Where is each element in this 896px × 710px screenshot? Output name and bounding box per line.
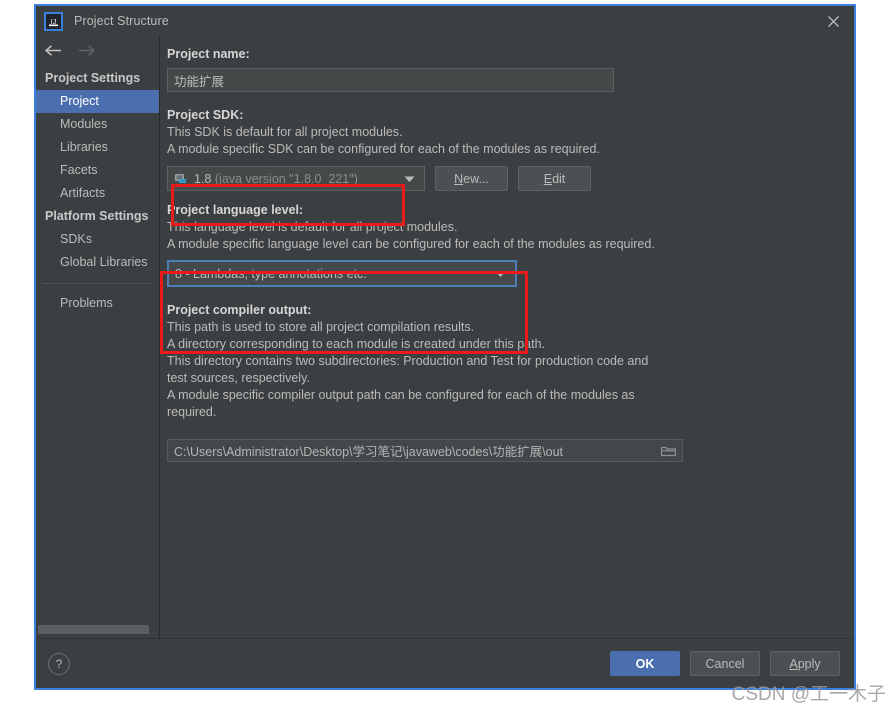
close-icon[interactable] bbox=[812, 6, 854, 36]
project-name-input[interactable]: 功能扩展 bbox=[167, 68, 614, 92]
sidebar-divider bbox=[42, 283, 153, 284]
chevron-down-icon[interactable] bbox=[495, 270, 506, 278]
screenshot-root: IJ Project Structure Project Settings Pr… bbox=[0, 0, 896, 710]
dialog-title: Project Structure bbox=[74, 14, 169, 28]
compiler-output-desc-2: A directory corresponding to each module… bbox=[167, 337, 545, 351]
language-level-combobox[interactable]: 8 - Lambdas, type annotations etc. bbox=[167, 260, 517, 287]
cancel-button[interactable]: Cancel bbox=[690, 651, 760, 676]
new-sdk-button-label: New... bbox=[454, 171, 489, 186]
help-button-label: ? bbox=[55, 656, 63, 671]
ok-button-label: OK bbox=[635, 656, 655, 671]
language-level-value: 8 - Lambdas, type annotations etc. bbox=[175, 266, 367, 281]
sidebar-item-problems[interactable]: Problems bbox=[36, 292, 159, 315]
project-sdk-row: 1.8 (java version "1.8.0_221") New... Ed… bbox=[167, 166, 840, 191]
project-sdk-combobox[interactable]: 1.8 (java version "1.8.0_221") bbox=[167, 166, 425, 191]
sidebar-horizontal-scrollbar[interactable] bbox=[36, 625, 159, 634]
project-sdk-value: 1.8 (java version "1.8.0_221") bbox=[194, 172, 404, 186]
chevron-down-icon[interactable] bbox=[404, 175, 415, 183]
compiler-output-desc-5: A module specific compiler output path c… bbox=[167, 388, 635, 402]
sidebar-item-project[interactable]: Project bbox=[36, 90, 159, 113]
scrollbar-thumb[interactable] bbox=[38, 625, 149, 634]
language-level-desc-2: A module specific language level can be … bbox=[167, 237, 655, 251]
sidebar-item-facets[interactable]: Facets bbox=[36, 159, 159, 182]
compiler-output-desc-6: required. bbox=[167, 405, 217, 419]
project-sdk-label: Project SDK: bbox=[167, 108, 244, 122]
compiler-output-label: Project compiler output: bbox=[167, 303, 312, 317]
compiler-output-desc-4: test sources, respectively. bbox=[167, 371, 310, 385]
project-sdk-detail: (java version "1.8.0_221") bbox=[214, 171, 358, 186]
sidebar-group-project-settings: Project Settings bbox=[45, 71, 141, 85]
compiler-output-path-value: C:\Users\Administrator\Desktop\学习笔记\java… bbox=[174, 445, 564, 459]
sidebar-item-libraries[interactable]: Libraries bbox=[36, 136, 159, 159]
sidebar-item-list: Project Settings Project Modules Librari… bbox=[36, 64, 159, 638]
csdn-watermark: CSDN @工一木子 bbox=[731, 684, 886, 705]
apply-button-label: Apply bbox=[789, 656, 821, 671]
sidebar-navigation bbox=[36, 36, 159, 64]
project-name-label: Project name: bbox=[167, 47, 250, 61]
compiler-output-path-input[interactable]: C:\Users\Administrator\Desktop\学习笔记\java… bbox=[167, 439, 683, 462]
project-sdk-desc-1: This SDK is default for all project modu… bbox=[167, 125, 403, 139]
intellij-idea-icon: IJ bbox=[44, 11, 63, 31]
help-icon[interactable]: ? bbox=[48, 652, 70, 675]
language-level-label: Project language level: bbox=[167, 203, 304, 217]
folder-icon[interactable] bbox=[661, 445, 676, 457]
dialog-titlebar: IJ Project Structure bbox=[36, 6, 854, 36]
settings-sidebar: Project Settings Project Modules Librari… bbox=[36, 36, 160, 638]
sidebar-group-platform-settings: Platform Settings bbox=[45, 209, 149, 223]
project-name-value: 功能扩展 bbox=[174, 74, 225, 89]
ok-button[interactable]: OK bbox=[610, 651, 680, 676]
sidebar-item-artifacts[interactable]: Artifacts bbox=[36, 182, 159, 205]
sidebar-item-modules[interactable]: Modules bbox=[36, 113, 159, 136]
dialog-body: Project Settings Project Modules Librari… bbox=[36, 36, 854, 638]
arrow-right-icon[interactable] bbox=[77, 44, 96, 57]
sidebar-item-sdks[interactable]: SDKs bbox=[36, 228, 159, 251]
project-sdk-version: 1.8 bbox=[194, 171, 212, 186]
language-level-desc-1: This language level is default for all p… bbox=[167, 220, 458, 234]
project-structure-dialog: IJ Project Structure Project Settings Pr… bbox=[34, 4, 856, 690]
project-sdk-desc-2: A module specific SDK can be configured … bbox=[167, 142, 600, 156]
compiler-output-desc-1: This path is used to store all project c… bbox=[167, 320, 475, 334]
new-sdk-button[interactable]: New... bbox=[435, 166, 508, 191]
project-settings-panel: Project name: 功能扩展 Project SDK: This SDK… bbox=[160, 36, 854, 638]
java-sdk-icon bbox=[175, 173, 186, 183]
arrow-left-icon[interactable] bbox=[44, 44, 63, 57]
cancel-button-label: Cancel bbox=[705, 656, 745, 671]
edit-sdk-button[interactable]: Edit bbox=[518, 166, 591, 191]
apply-button[interactable]: Apply bbox=[770, 651, 840, 676]
sidebar-item-global-libraries[interactable]: Global Libraries bbox=[36, 251, 159, 274]
compiler-output-desc-3: This directory contains two subdirectori… bbox=[167, 354, 649, 368]
edit-sdk-button-label: Edit bbox=[543, 171, 566, 186]
